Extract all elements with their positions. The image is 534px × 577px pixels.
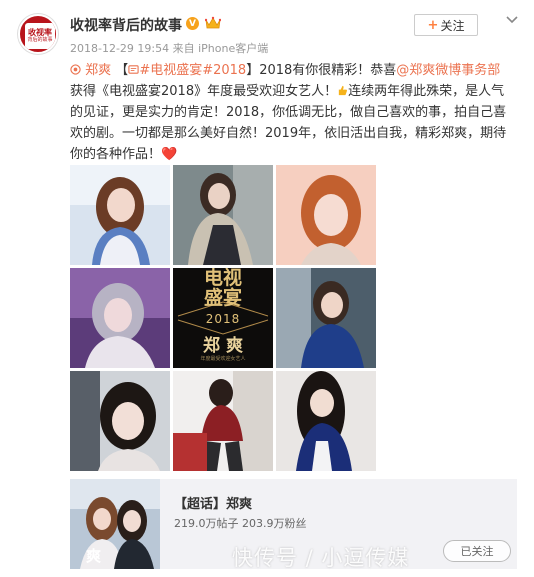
plus-icon: +: [427, 17, 439, 33]
follow-label: 关注: [440, 18, 465, 33]
photo-2[interactable]: [173, 165, 273, 265]
super-topic-stats: 219.0万帖子 203.9万粉丝: [174, 517, 307, 530]
photo-1[interactable]: [70, 165, 170, 265]
text-segment-2: 获得《电视盛宴2018》年度最受欢迎女艺人！: [70, 84, 338, 99]
avatar-logo-line1: 收视率: [28, 28, 52, 37]
poster-title-2: 盛宴: [203, 287, 242, 309]
avatar-logo: 收视率 背后的故事: [25, 23, 55, 49]
heart-emoji: ❤️: [161, 147, 178, 162]
svg-text:爽: 爽: [86, 547, 101, 565]
post-source: 来自 iPhone客户端: [172, 42, 269, 55]
photo-7[interactable]: [70, 371, 170, 471]
photo-9[interactable]: [276, 371, 376, 471]
watermark-text: 快传号 / 小逗传媒: [232, 546, 410, 570]
verified-badge-icon: V: [186, 17, 199, 30]
mention-link[interactable]: 郑爽: [85, 63, 111, 78]
topic-icon: [70, 64, 81, 75]
event-poster[interactable]: 电视 盛宴 2018 郑 爽 年度最受欢迎女艺人: [173, 268, 273, 368]
account-avatar[interactable]: 收视率 背后的故事: [18, 14, 58, 54]
super-topic-thumbnail: 爽: [70, 479, 160, 569]
weibo-post: 收视率 背后的故事 收视率背后的故事 V 2018-12-29 19:54 来自…: [0, 0, 534, 577]
post-timestamp[interactable]: 2018-12-29 19:54: [70, 42, 169, 55]
super-topic-tag: 【超话】: [174, 497, 227, 512]
poster-name: 郑 爽: [203, 336, 243, 356]
photo-6[interactable]: [276, 268, 376, 368]
crown-icon: [205, 16, 221, 29]
mention-link-2[interactable]: @郑爽微博事务部: [396, 63, 500, 78]
thumbs-up-icon: [338, 85, 348, 96]
followed-button[interactable]: 已关注: [443, 540, 511, 562]
avatar-logo-line2: 背后的故事: [27, 37, 53, 43]
bracket-open: 【: [115, 63, 129, 78]
hashtag-icon: [128, 65, 139, 74]
account-name[interactable]: 收视率背后的故事: [70, 15, 182, 35]
follow-button[interactable]: + 关注: [414, 14, 478, 36]
chevron-down-icon[interactable]: [505, 14, 519, 26]
photo-grid: 电视 盛宴 2018 郑 爽 年度最受欢迎女艺人: [70, 165, 376, 471]
post-meta: 2018-12-29 19:54 来自 iPhone客户端: [70, 40, 268, 56]
photo-8[interactable]: [173, 371, 273, 471]
photo-3[interactable]: [276, 165, 376, 265]
text-segment-1: 2018有你很精彩！恭喜: [259, 63, 397, 78]
super-topic-name: 郑爽: [226, 497, 253, 512]
poster-caption: 年度最受欢迎女艺人: [200, 356, 246, 362]
super-topic-title: 【超话】郑爽: [174, 493, 252, 512]
photo-4[interactable]: [70, 268, 170, 368]
poster-year: 2018: [205, 312, 241, 326]
bracket-close: 】: [246, 63, 260, 78]
post-text: 郑爽 【 #电视盛宴#2018】2018有你很精彩！恭喜@郑爽微博事务部 获得《…: [70, 60, 515, 165]
poster-title-1: 电视: [203, 268, 242, 289]
hashtag-link[interactable]: #电视盛宴#2018: [139, 63, 246, 78]
